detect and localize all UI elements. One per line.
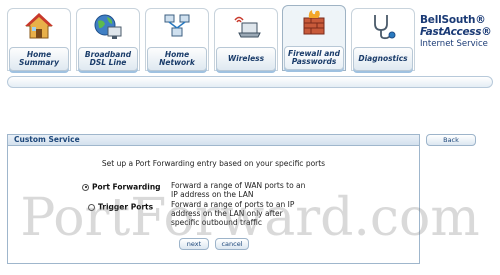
brand-product: FastAccess® [420,26,492,38]
tab-diagnostics[interactable]: Diagnostics [351,8,415,71]
tab-label: Home Network [147,47,207,71]
tab-label: Broadband DSL Line [78,47,138,71]
tab-label: Home Summary [9,47,69,71]
trigger-ports-option[interactable]: Trigger Ports [88,202,153,212]
option-label: Port Forwarding [92,182,161,192]
trigger-ports-description: Forward a range of ports to an IP addres… [171,200,295,227]
next-button[interactable]: next [179,238,209,250]
house-icon [25,13,53,39]
port-forwarding-option[interactable]: Port Forwarding [82,182,161,192]
router-page: Home Summary Broadband DSL Line Home Net… [0,0,500,275]
port-forwarding-description: Forward a range of WAN ports to an IP ad… [171,181,306,199]
cancel-button[interactable]: cancel [215,238,249,250]
tab-label: Wireless [216,47,276,71]
option-label: Trigger Ports [98,202,154,212]
trigger-ports-radio[interactable] [88,203,95,211]
tab-label: Diagnostics [353,47,413,71]
stethoscope-icon [374,15,396,40]
network-computers-icon [164,14,190,37]
firewall-icon [303,10,325,35]
tab-label: Firewall and Passwords [284,46,344,70]
custom-service-panel: Custom Service Set up a Port Forwarding … [7,134,420,264]
back-button[interactable]: Back [426,134,476,146]
tab-home-summary[interactable]: Home Summary [7,8,71,71]
port-forwarding-radio[interactable] [82,183,89,191]
brand-logo: BellSouth® FastAccess® Internet Service [420,14,500,50]
sub-navigation-bar [7,76,493,88]
brand-service: Internet Service [420,39,488,49]
tab-broadband-dsl-line[interactable]: Broadband DSL Line [76,8,140,71]
top-navigation: Home Summary Broadband DSL Line Home Net… [0,0,500,100]
brand-name: BellSouth® [420,14,486,26]
tab-wireless[interactable]: Wireless [214,8,278,71]
tab-home-network[interactable]: Home Network [145,8,209,71]
panel-intro-text: Set up a Port Forwarding entry based on … [101,159,326,168]
wireless-laptop-icon [234,16,261,38]
globe-monitor-icon [94,14,122,39]
panel-title: Custom Service [8,135,419,146]
tab-firewall-and-passwords[interactable]: Firewall and Passwords [282,5,346,71]
